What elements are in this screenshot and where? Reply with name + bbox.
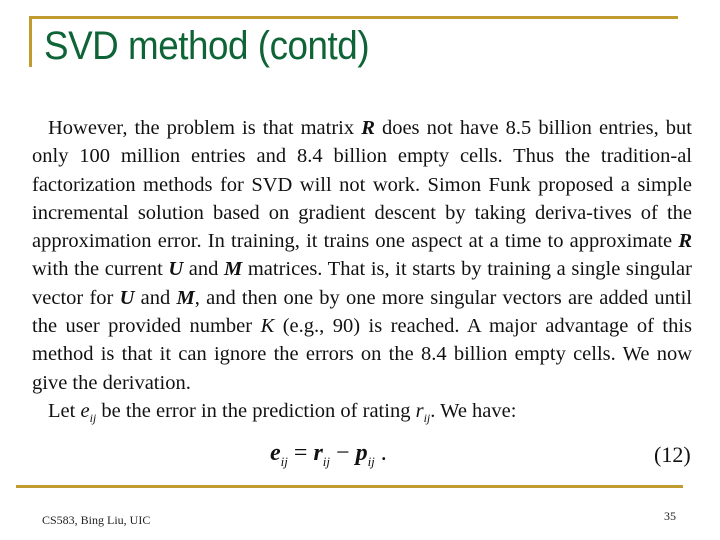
variable-e: eij <box>80 399 96 424</box>
text-run: However, the problem is that matrix <box>48 117 362 139</box>
equation-period: . <box>374 440 387 466</box>
matrix-r: R <box>678 230 692 253</box>
page-number: 35 <box>664 509 676 523</box>
subscript: ij <box>367 453 375 469</box>
variable-k: K <box>260 315 275 338</box>
equation-term-p: p <box>355 440 368 466</box>
subscript: ij <box>322 453 331 469</box>
text-run: Let <box>48 399 81 422</box>
minus-sign: − <box>330 440 356 466</box>
matrix-m: M <box>224 258 243 281</box>
title-frame-top-line <box>29 16 678 19</box>
equation-lhs: e <box>270 440 281 466</box>
variable-symbol: r <box>415 399 424 422</box>
matrix-m: M <box>176 286 195 309</box>
paragraph-error-definition: Let eij be the error in the prediction o… <box>32 397 692 425</box>
equation-error: eij = rij − pij . <box>270 440 387 469</box>
content-bottom-divider <box>16 485 683 488</box>
text-run: be the error in the prediction of rating <box>96 399 416 422</box>
text-run: and <box>183 258 225 281</box>
matrix-u: U <box>168 258 184 281</box>
equation-number: (12) <box>654 442 691 467</box>
slide-body: However, the problem is that matrix R do… <box>32 114 692 425</box>
paragraph-svd-explanation: However, the problem is that matrix R do… <box>32 114 692 397</box>
slide-title: SVD method (contd) <box>44 24 370 68</box>
title-frame-left-line <box>29 16 32 67</box>
text-run: with the current <box>32 258 169 281</box>
text-run: . We have: <box>430 399 517 422</box>
equation-term-r: r <box>313 440 323 466</box>
variable-r: rij <box>415 399 431 424</box>
footer-source: CS583, Bing Liu, UIC <box>42 513 151 527</box>
equals-sign: = <box>287 440 314 466</box>
subscript: ij <box>280 453 288 469</box>
text-run: and <box>134 286 177 309</box>
matrix-r: R <box>361 117 375 139</box>
variable-symbol: e <box>80 399 90 422</box>
matrix-u: U <box>119 286 135 309</box>
